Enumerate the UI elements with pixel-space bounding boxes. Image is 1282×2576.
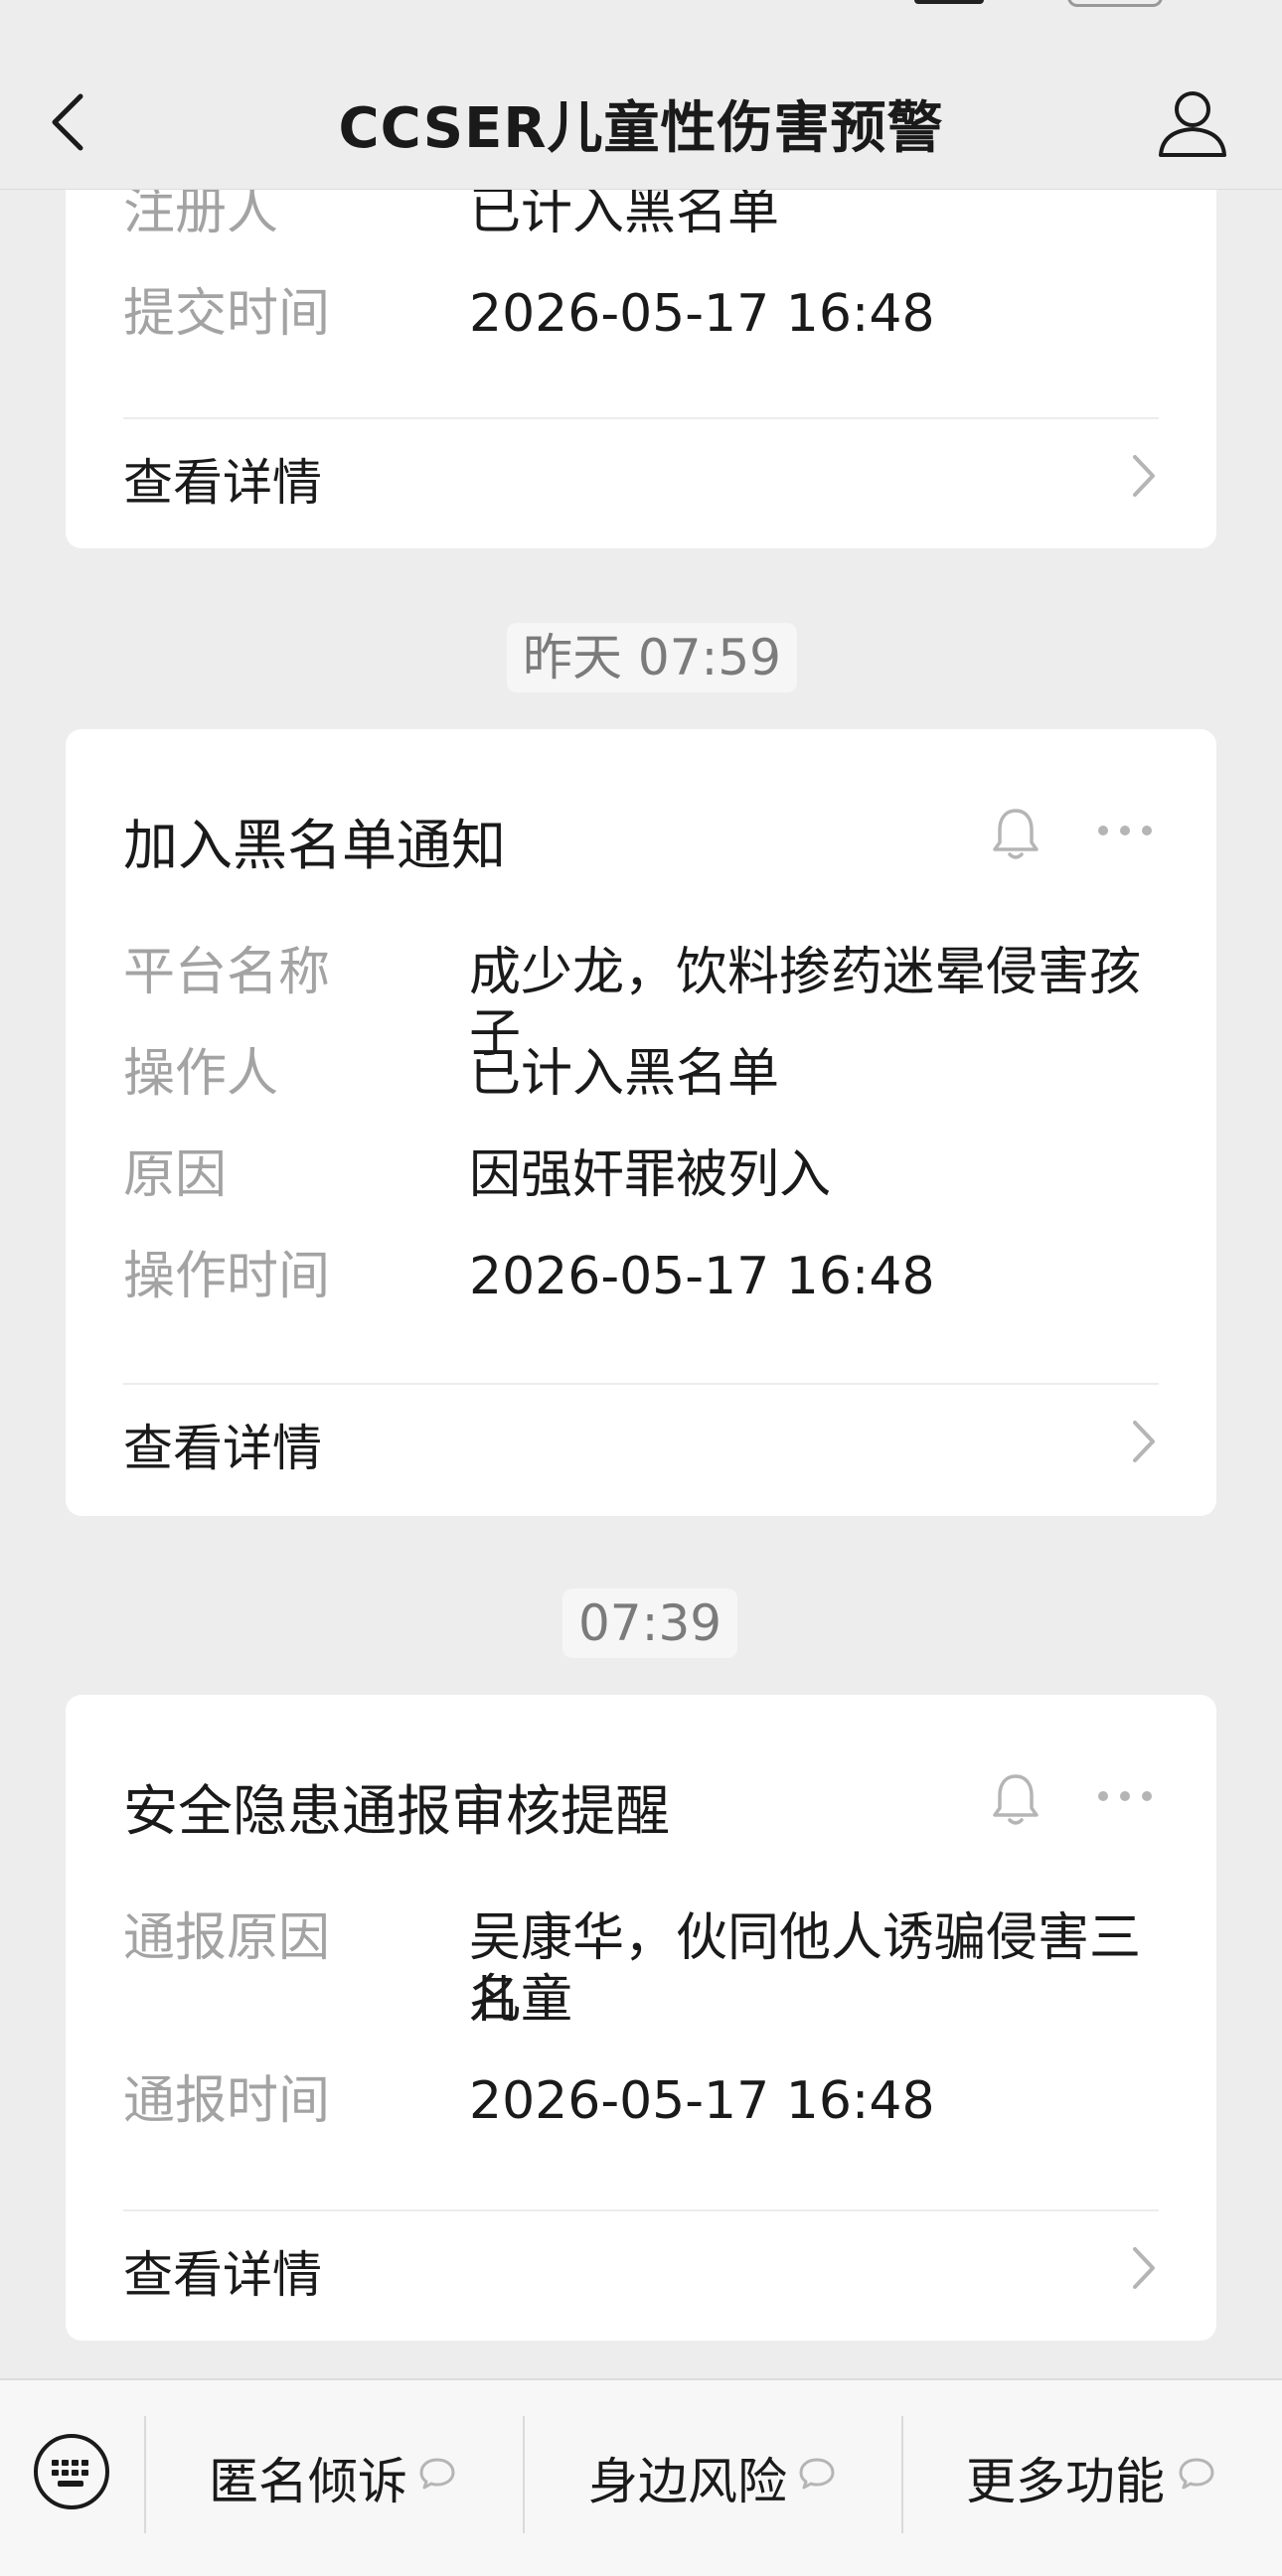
field-label: 操作人 [123,1044,279,1104]
field-label: 原因 [123,1145,228,1205]
bottom-menu-bar: 匿名倾诉 身边风险 更多功能 [0,2378,1282,2576]
chevron-right-icon [1133,455,1155,497]
timestamp-badge: 昨天 07:59 [507,623,797,692]
speech-bubble-icon [1179,2458,1214,2490]
card-title: 加入黑名单通知 [123,814,507,877]
field-value-continued: 儿童 [469,1970,573,2030]
view-details-label: 查看详情 [123,454,322,512]
menu-label: 更多功能 [966,2453,1165,2510]
view-details-label: 查看详情 [123,1420,322,1477]
bell-icon[interactable] [990,1770,1042,1830]
card-title: 安全隐患通报审核提醒 [123,1779,671,1843]
battery-icon [1067,0,1163,7]
view-details-label: 查看详情 [123,2246,322,2304]
field-label: 通报时间 [123,2071,331,2131]
menu-label: 匿名倾诉 [209,2453,407,2510]
top-nav-bar: CCSER儿童性伤害预警 [0,0,1282,190]
view-details-link[interactable]: 查看详情 [123,1385,1159,1494]
divider [901,2416,903,2533]
menu-anonymous-talk[interactable]: 匿名倾诉 [209,2434,467,2513]
field-label: 平台名称 [123,943,331,1002]
page-title: CCSER儿童性伤害预警 [338,96,944,161]
menu-more-functions[interactable]: 更多功能 [966,2434,1224,2513]
chevron-right-icon [1133,2247,1155,2289]
menu-nearby-risk[interactable]: 身边风险 [588,2434,847,2513]
view-details-link[interactable]: 查看详情 [123,2211,1159,2321]
divider [144,2416,146,2533]
field-value: 已计入黑名单 [469,1044,780,1104]
field-label: 注册人 [123,182,279,241]
field-label: 操作时间 [123,1247,331,1306]
message-card-report: 安全隐患通报审核提醒 通报原因 吴康华，伙同他人诱骗侵害三名 儿童 通报时间 2… [66,1695,1216,2341]
field-label: 通报原因 [123,1908,331,1968]
status-bar-icons [914,0,1163,7]
field-value: 已计入黑名单 [469,182,780,241]
field-value: 因强奸罪被列入 [469,1145,832,1205]
message-card-blacklist: 加入黑名单通知 平台名称 成少龙，饮料掺药迷晕侵害孩子 操作人 已计入黑名单 原… [66,729,1216,1516]
field-value: 2026-05-17 16:48 [469,1247,935,1306]
speech-bubble-icon [799,2458,835,2490]
chevron-right-icon [1133,1421,1155,1462]
divider [523,2416,525,2533]
keyboard-icon[interactable] [30,2430,113,2513]
field-value: 2026-05-17 16:48 [469,2071,935,2131]
field-value: 2026-05-17 16:48 [469,284,935,344]
ellipsis-icon[interactable] [1095,821,1155,840]
bell-icon[interactable] [990,805,1042,864]
speech-bubble-icon [419,2458,455,2490]
field-label: 提交时间 [123,284,331,344]
person-icon[interactable] [1155,85,1230,161]
ellipsis-icon[interactable] [1095,1786,1155,1806]
signal-icon [914,0,984,4]
timestamp-badge: 07:39 [562,1589,738,1658]
menu-label: 身边风险 [588,2453,787,2510]
view-details-link[interactable]: 查看详情 [123,419,1159,529]
